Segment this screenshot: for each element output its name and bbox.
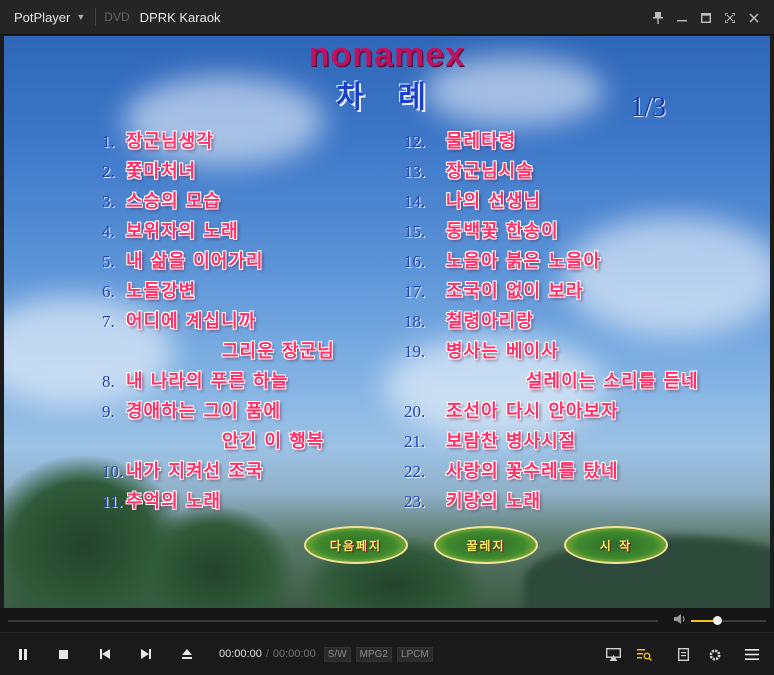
song-item[interactable]: 18. 철령아리랑 xyxy=(404,307,699,337)
previous-icon[interactable] xyxy=(84,633,125,675)
time-display: 00:00:00/00:00:00 xyxy=(219,648,316,660)
pause-icon[interactable] xyxy=(2,633,43,675)
volume-knob[interactable] xyxy=(713,616,723,625)
song-item[interactable]: 3. 스승의 모습 xyxy=(102,187,335,217)
song-item[interactable]: 9. 경애하는 그이 품에 xyxy=(102,397,335,427)
song-item[interactable]: 10. 내가 지켜선 조국 xyxy=(102,457,335,487)
window-title: DPRK Karaok xyxy=(139,9,221,25)
close-icon[interactable] xyxy=(742,0,766,35)
current-time: 00:00:00 xyxy=(219,648,262,660)
decoder-tag[interactable]: S/W xyxy=(323,646,351,662)
pin-icon[interactable] xyxy=(646,0,670,35)
song-item[interactable]: 17. 조국이 없이 보라 xyxy=(404,277,699,307)
watermark-brand: nonamex xyxy=(308,36,466,74)
volume-slider[interactable] xyxy=(691,616,766,625)
song-item[interactable]: 15. 동백꽃 한송이 xyxy=(404,217,699,247)
song-item[interactable]: 2. 쫓마처녀 xyxy=(102,157,335,187)
app-name: PotPlayer xyxy=(14,9,71,25)
document-icon[interactable] xyxy=(668,633,699,675)
fullscreen-icon[interactable] xyxy=(718,0,742,35)
song-item-continuation[interactable]: 그리운 장군님 xyxy=(102,337,335,367)
chevron-down-icon: ▼ xyxy=(76,12,86,22)
screen-cast-icon[interactable] xyxy=(598,633,629,675)
song-item[interactable]: 19. 병사는 베이사 xyxy=(404,337,699,367)
video-area[interactable]: nonamex 차 례 1/3 1. 장군님생각 2. 쫓마처녀 3. 스승의 모습 … xyxy=(4,36,770,608)
video-codec-tag[interactable]: MPG2 xyxy=(355,646,392,662)
tree xyxy=(134,506,294,608)
next-icon[interactable] xyxy=(125,633,166,675)
page-number: 1/3 xyxy=(630,92,666,123)
song-item[interactable]: 22. 사랑의 꽃수레를 탔네 xyxy=(404,457,699,487)
song-item[interactable]: 20. 조선아 다시 안아보자 xyxy=(404,397,699,427)
menu-icon[interactable] xyxy=(730,633,774,675)
maximize-icon[interactable] xyxy=(694,0,718,35)
control-bar: 00:00:00/00:00:00 S/W MPG2 LPCM xyxy=(0,632,774,675)
song-item[interactable]: 14. 나의 선생님 xyxy=(404,187,699,217)
eject-icon[interactable] xyxy=(166,633,207,675)
song-item[interactable]: 11. 추억의 노래 xyxy=(102,487,335,517)
song-item[interactable]: 6. 노들강변 xyxy=(102,277,335,307)
song-item-continuation[interactable]: 안긴 이 행복 xyxy=(102,427,335,457)
audio-codec-tag[interactable]: LPCM xyxy=(396,646,433,662)
start-button[interactable]: 시 작 xyxy=(564,526,668,564)
speaker-icon[interactable] xyxy=(673,613,687,627)
song-item[interactable]: 13. 장군님시솔 xyxy=(404,157,699,187)
song-item[interactable]: 5. 내 삶을 이어가리 xyxy=(102,247,335,277)
song-item[interactable]: 16. 노을아 붉은 노을아 xyxy=(404,247,699,277)
song-item[interactable]: 8. 내 나라의 푸른 하늘 xyxy=(102,367,335,397)
song-list-left: 1. 장군님생각 2. 쫓마처녀 3. 스승의 모습 4. 보위자의 노래 5. 내 삶을… xyxy=(102,127,335,517)
stop-icon[interactable] xyxy=(43,633,84,675)
next-page-button[interactable]: 다음페지 xyxy=(304,526,408,564)
menu-button-middle[interactable]: 꿀레지 xyxy=(434,526,538,564)
playlist-search-icon[interactable] xyxy=(629,633,660,675)
seek-bar[interactable] xyxy=(8,620,658,622)
minimize-icon[interactable] xyxy=(670,0,694,35)
source-label: DVD xyxy=(104,10,130,24)
seek-area xyxy=(0,608,774,632)
song-item[interactable]: 23. 키랑의 노래 xyxy=(404,487,699,517)
song-item-continuation[interactable]: 설레이는 소리를 듣네 xyxy=(404,367,699,397)
total-time: 00:00:00 xyxy=(272,648,316,660)
settings-gear-icon[interactable] xyxy=(699,633,730,675)
title-bar: PotPlayer ▼ DVD DPRK Karaok xyxy=(0,0,774,35)
song-item[interactable]: 12. 물레타령 xyxy=(404,127,699,157)
app-menu-button[interactable]: PotPlayer ▼ xyxy=(0,0,93,35)
divider xyxy=(95,8,97,26)
song-item[interactable]: 21. 보람찬 병사시절 xyxy=(404,427,699,457)
song-item[interactable]: 7. 어디에 계십니까 xyxy=(102,307,335,337)
song-list-right: 12. 물레타령 13. 장군님시솔 14. 나의 선생님 15. 동백꽃 한송이 16… xyxy=(404,127,699,517)
song-item[interactable]: 4. 보위자의 노래 xyxy=(102,217,335,247)
song-item[interactable]: 1. 장군님생각 xyxy=(102,127,335,157)
